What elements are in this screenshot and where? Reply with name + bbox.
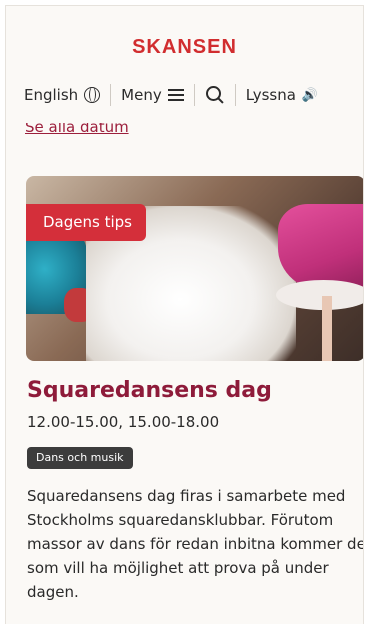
todays-tip-badge: Dagens tips bbox=[26, 204, 146, 241]
event-image[interactable]: Dagens tips bbox=[26, 176, 363, 361]
speaker-icon: 🔊 bbox=[301, 87, 319, 103]
site-header: SKANSEN English Meny Lyssna 🔊 bbox=[6, 6, 363, 114]
image-dancer-legs bbox=[322, 296, 332, 361]
category-tag[interactable]: Dans och musik bbox=[27, 447, 133, 469]
event-description: Squaredansens dag firas i samarbete med … bbox=[27, 487, 364, 601]
search-icon bbox=[205, 85, 225, 105]
language-label: English bbox=[24, 86, 79, 104]
top-nav: English Meny Lyssna 🔊 bbox=[6, 80, 363, 110]
logo-text: SKANSEN bbox=[132, 36, 237, 58]
listen-button[interactable]: Lyssna 🔊 bbox=[246, 86, 318, 104]
listen-label: Lyssna bbox=[245, 86, 296, 104]
page: SKANSEN English Meny Lyssna 🔊 Se alla da… bbox=[5, 5, 364, 624]
menu-button[interactable]: Meny bbox=[121, 86, 184, 104]
nav-divider bbox=[110, 84, 112, 106]
menu-label: Meny bbox=[121, 86, 162, 104]
search-button[interactable] bbox=[205, 85, 225, 105]
nav-divider bbox=[234, 84, 236, 106]
image-pink-petticoat bbox=[276, 280, 363, 310]
globe-icon bbox=[84, 87, 101, 103]
event-title[interactable]: Squaredansens dag bbox=[27, 378, 272, 403]
skansen-logo[interactable]: SKANSEN bbox=[6, 36, 363, 59]
all-dates-link[interactable]: Se alla datum bbox=[25, 123, 129, 136]
nav-divider bbox=[193, 84, 195, 106]
event-time: 12.00-15.00, 15.00-18.00 bbox=[27, 413, 220, 431]
hamburger-icon bbox=[167, 89, 184, 101]
language-button[interactable]: English bbox=[24, 86, 101, 104]
